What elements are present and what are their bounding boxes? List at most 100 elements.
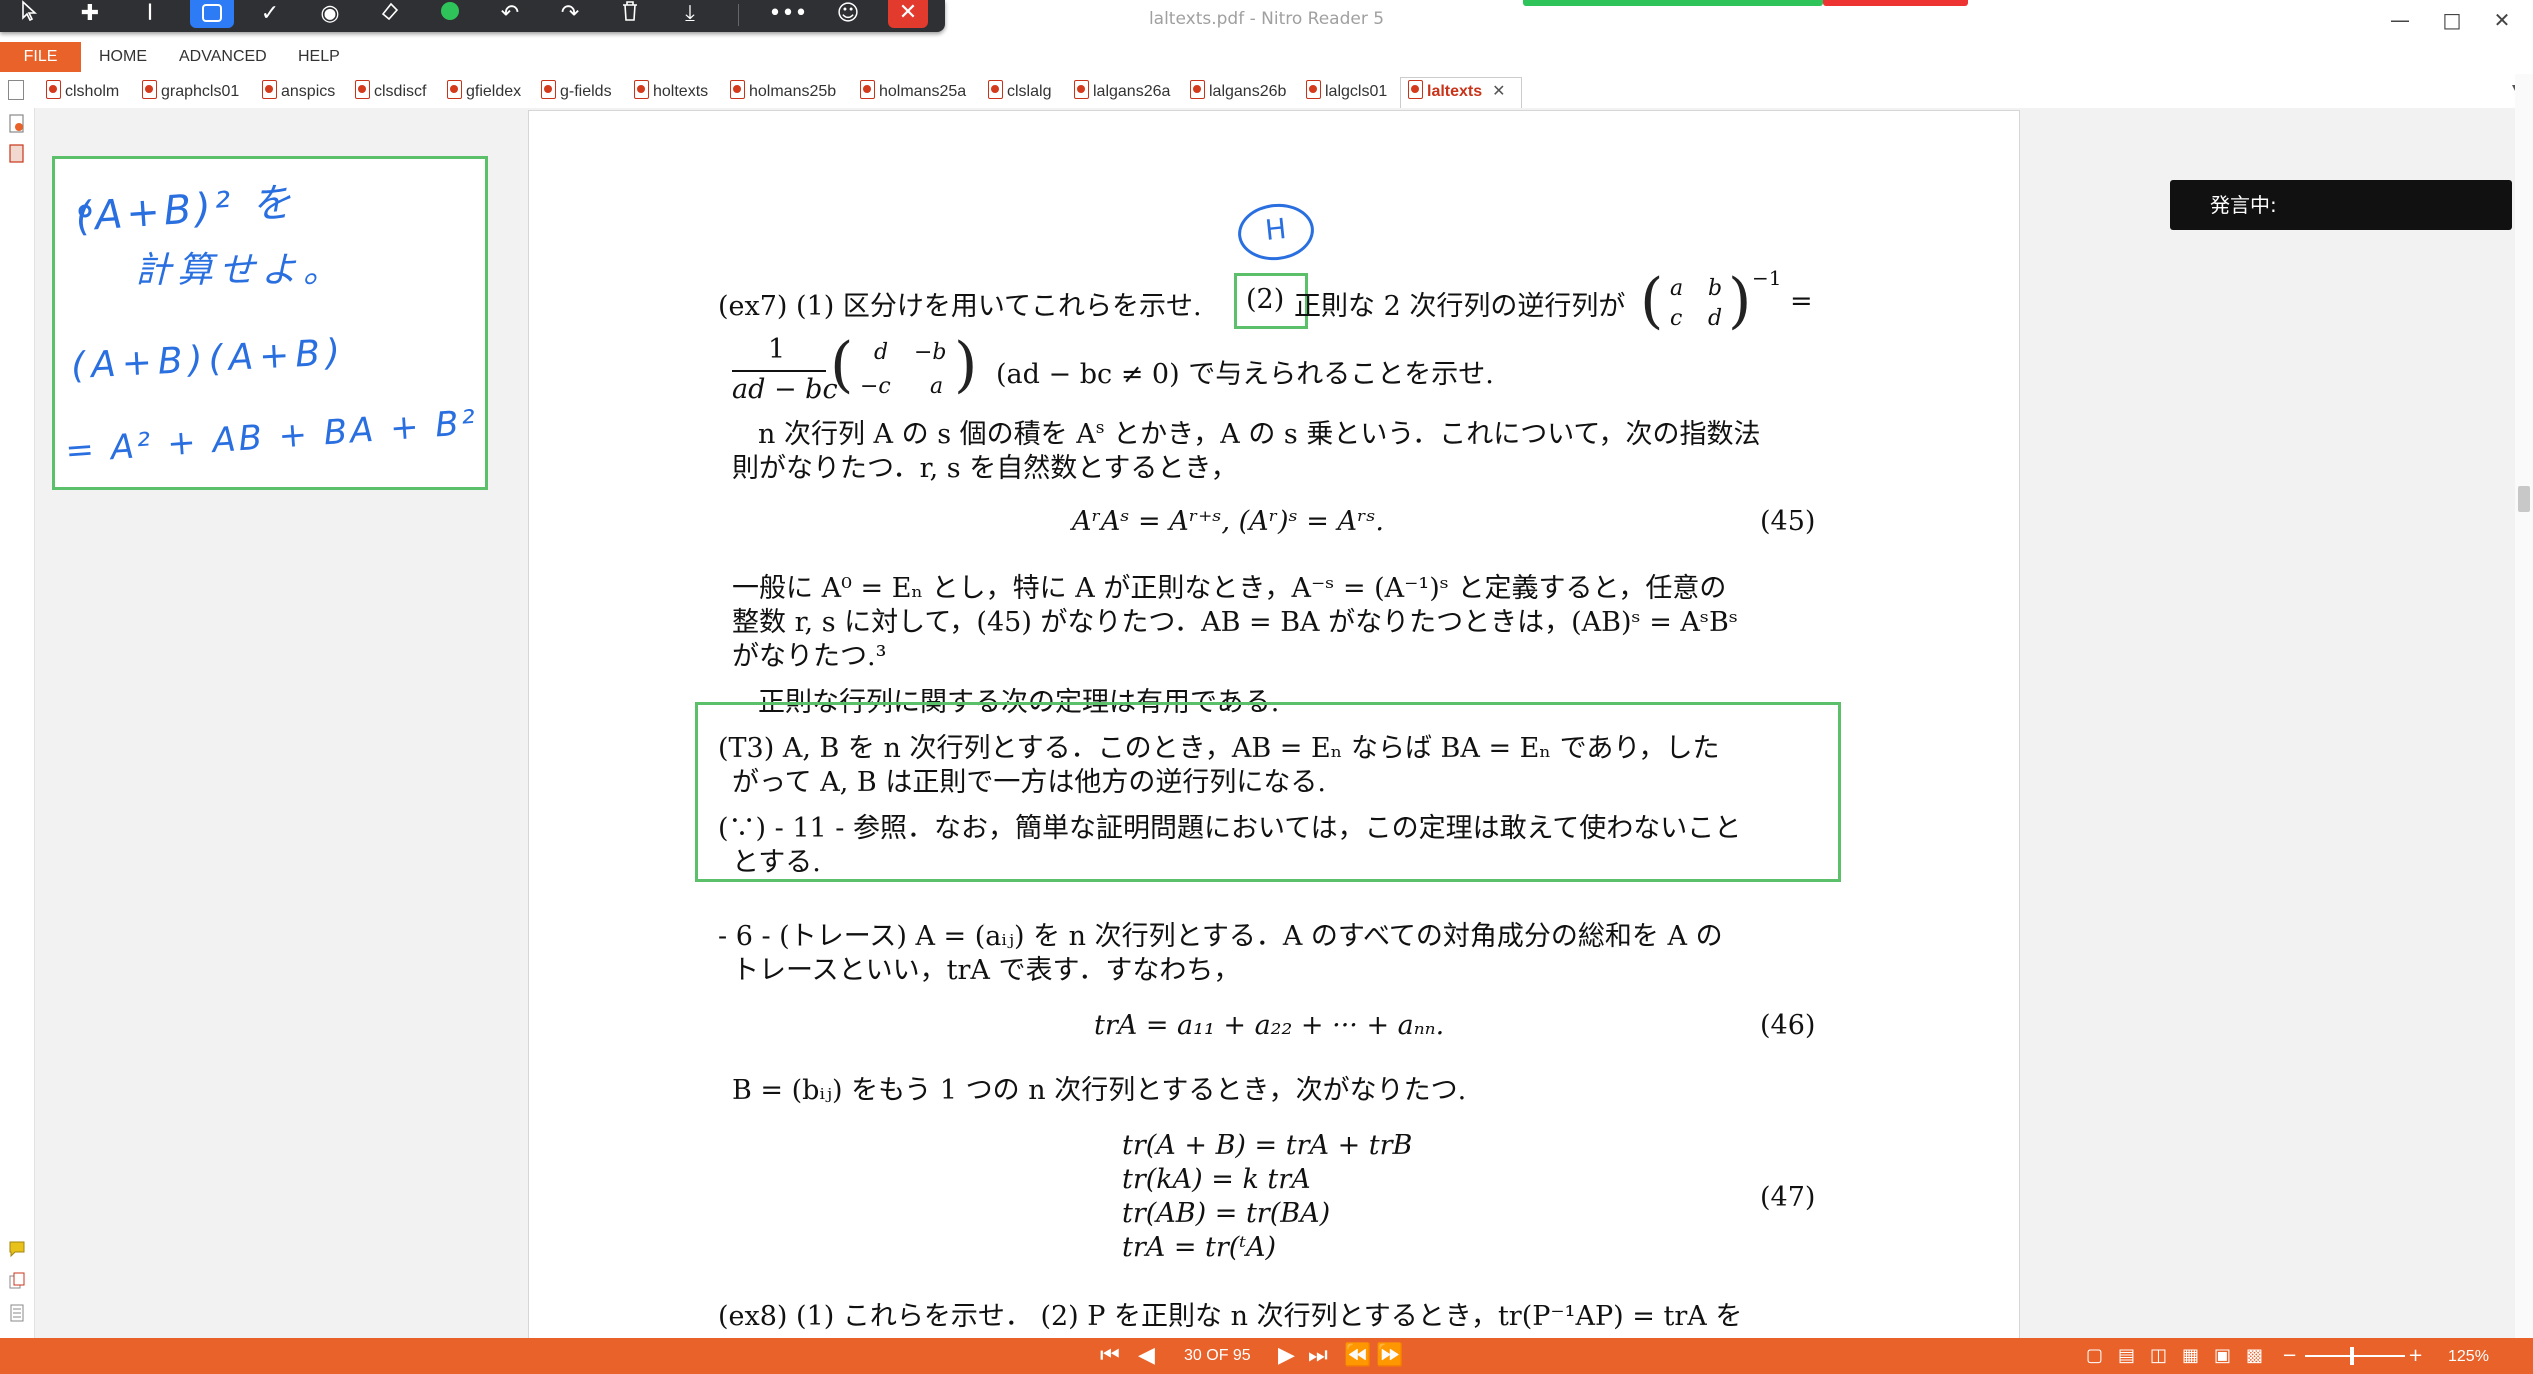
- zoom-out-icon[interactable]: −: [2282, 1344, 2297, 1368]
- t3-line2: がって A, B は正則で一方は他方の逆行列になる.: [732, 767, 1326, 798]
- stamp-icon[interactable]: ◉: [308, 0, 352, 30]
- pdf-file-icon: [988, 80, 1003, 99]
- t3-line3: (∵) - 11 - 参照．なお，簡単な証明問題においては，この定理は敢えて使わ…: [718, 813, 1742, 844]
- tab-clslalg[interactable]: clslalg: [988, 80, 1051, 104]
- ex7-line2-rest: (ad − bc ≠ 0) で与えられることを示せ.: [996, 359, 1494, 390]
- rectangle-tool-active[interactable]: [190, 0, 234, 28]
- vertical-scrollbar[interactable]: [2515, 74, 2533, 1338]
- matrix-abcd: ( a b c d ): [1640, 266, 1751, 340]
- comments-icon[interactable]: [8, 1240, 26, 1260]
- tab-clsdiscf[interactable]: clsdiscf: [355, 80, 426, 104]
- next-page-icon[interactable]: ▶: [1278, 1344, 1295, 1368]
- equation-45-number: (45): [1760, 506, 1816, 537]
- attachments-icon[interactable]: [8, 144, 26, 164]
- green-color-icon[interactable]: [428, 0, 472, 30]
- pen-toolbar: ✚ Ι ✓ ◉ ↶ ↷ ⤓ ••• ☺ ✕: [0, 0, 945, 32]
- right-paren: ): [1728, 266, 1752, 336]
- continuous-view-icon[interactable]: ▤: [2118, 1344, 2135, 1368]
- matrix-a: a: [1670, 276, 1684, 301]
- pdf-file-icon: [1306, 80, 1321, 99]
- undo-icon[interactable]: ↶: [488, 0, 532, 30]
- bookmarks-icon[interactable]: [8, 114, 26, 134]
- previous-view-icon[interactable]: ⏪: [1344, 1344, 1371, 1368]
- pdf-file-icon: [541, 80, 556, 99]
- tab-close-icon[interactable]: ✕: [1492, 83, 1505, 100]
- zoom-slider[interactable]: [2305, 1355, 2405, 1357]
- next-view-icon[interactable]: ⏩: [1376, 1344, 1403, 1368]
- pages-panel-icon[interactable]: [8, 1304, 26, 1324]
- matrix-exponent: −1: [1752, 266, 1782, 290]
- zoom-level[interactable]: 125%: [2448, 1348, 2489, 1366]
- download-icon[interactable]: ⤓: [668, 0, 712, 30]
- layers-icon[interactable]: [8, 1272, 26, 1292]
- tab-clsholm[interactable]: clsholm: [46, 80, 119, 104]
- tab-lalgans26b[interactable]: lalgans26b: [1190, 80, 1286, 104]
- pdf-file-icon: [634, 80, 649, 99]
- page-indicator[interactable]: 30 OF 95: [1184, 1347, 1251, 1365]
- previous-page-icon[interactable]: ◀: [1138, 1344, 1155, 1368]
- zoom-in-icon[interactable]: +: [2408, 1344, 2423, 1368]
- pdf-file-icon: [860, 80, 875, 99]
- matrix2-d: d: [874, 340, 889, 365]
- tab-graphcls01[interactable]: graphcls01: [142, 80, 239, 104]
- menu-file[interactable]: FILE: [0, 42, 81, 72]
- fraction-denominator: ad − bc: [732, 374, 838, 405]
- tab-gfieldex[interactable]: gfieldex: [447, 80, 521, 104]
- equals-sign: =: [1790, 286, 1813, 317]
- para4: B = (bᵢⱼ) をもう 1 つの n 次行列とするとき，次がなりたつ.: [732, 1075, 1467, 1106]
- last-page-icon[interactable]: ⏭: [1308, 1344, 1328, 1368]
- tab-holtexts[interactable]: holtexts: [634, 80, 708, 104]
- first-page-icon[interactable]: ⏮: [1100, 1344, 1120, 1368]
- matrix-d: d: [1708, 306, 1723, 331]
- minimize-icon[interactable]: —: [2380, 4, 2420, 36]
- zoom-slider-thumb[interactable]: [2350, 1347, 2354, 1365]
- right-paren: ): [954, 330, 978, 400]
- equation-45: AʳAˢ = Aʳ⁺ˢ, (Aʳ)ˢ = Aʳˢ.: [1072, 506, 1385, 537]
- pdf-file-icon: [46, 80, 61, 99]
- maximize-icon[interactable]: □: [2432, 4, 2472, 36]
- menu-home[interactable]: HOME: [99, 48, 147, 66]
- facing-continuous-view-icon[interactable]: ▦: [2182, 1344, 2199, 1368]
- close-icon[interactable]: ✕: [2482, 4, 2522, 36]
- fit-width-icon[interactable]: ▣: [2214, 1344, 2231, 1368]
- trash-icon[interactable]: [608, 0, 652, 30]
- menu-advanced[interactable]: ADVANCED: [179, 48, 267, 66]
- single-page-view-icon[interactable]: ▢: [2086, 1344, 2103, 1368]
- pdf-file-icon: [730, 80, 745, 99]
- handwritten-note[interactable]: (A+B)² を 計算せよ。 (A+B)(A+B) = A² + AB + BA…: [52, 156, 488, 490]
- tab-holmans25b[interactable]: holmans25b: [730, 80, 836, 104]
- eraser-icon[interactable]: [368, 0, 412, 30]
- scrollbar-thumb[interactable]: [2518, 486, 2530, 512]
- speaking-indicator-popup: 発言中:: [2170, 180, 2512, 230]
- move-icon[interactable]: ✚: [68, 0, 112, 30]
- equation-47-line3: tr(AB) = tr(BA): [1122, 1198, 1331, 1229]
- pdf-file-icon: [262, 80, 277, 99]
- equation-47-line1: tr(A + B) = trA + trB: [1122, 1130, 1413, 1161]
- ex7-text-b: (2): [1246, 284, 1285, 315]
- tab-anspics[interactable]: anspics: [262, 80, 335, 104]
- tab-lalgans26a[interactable]: lalgans26a: [1074, 80, 1170, 104]
- person-icon[interactable]: ☺: [826, 0, 870, 30]
- redo-icon[interactable]: ↷: [548, 0, 592, 30]
- t3-line4: とする.: [732, 847, 821, 878]
- fraction-numerator: 1: [768, 334, 786, 365]
- matrix2-a: a: [930, 374, 944, 399]
- recording-progress-green: [1523, 0, 1823, 6]
- fraction-bar: [732, 370, 826, 372]
- facing-view-icon[interactable]: ◫: [2150, 1344, 2167, 1368]
- more-icon[interactable]: •••: [766, 0, 810, 30]
- tab-holmans25a[interactable]: holmans25a: [860, 80, 966, 104]
- fit-page-icon[interactable]: ▩: [2246, 1344, 2263, 1368]
- page-icon[interactable]: [8, 80, 24, 100]
- close-pen-toolbar-icon[interactable]: ✕: [888, 0, 928, 28]
- tab-g-fields[interactable]: g-fields: [541, 80, 612, 104]
- menu-help[interactable]: HELP: [298, 48, 340, 66]
- equation-46: trA = a₁₁ + a₂₂ + ··· + aₙₙ.: [1094, 1010, 1445, 1041]
- equation-47-line2: tr(kA) = k trA: [1122, 1164, 1311, 1195]
- text-cursor-icon[interactable]: Ι: [128, 0, 172, 30]
- tab-lalgcls01[interactable]: lalgcls01: [1306, 80, 1387, 104]
- select-arrow-icon[interactable]: [8, 0, 52, 30]
- checkmark-icon[interactable]: ✓: [248, 0, 292, 30]
- toolbar-divider: [738, 4, 739, 26]
- tab-laltexts[interactable]: laltexts ✕: [1408, 80, 1506, 104]
